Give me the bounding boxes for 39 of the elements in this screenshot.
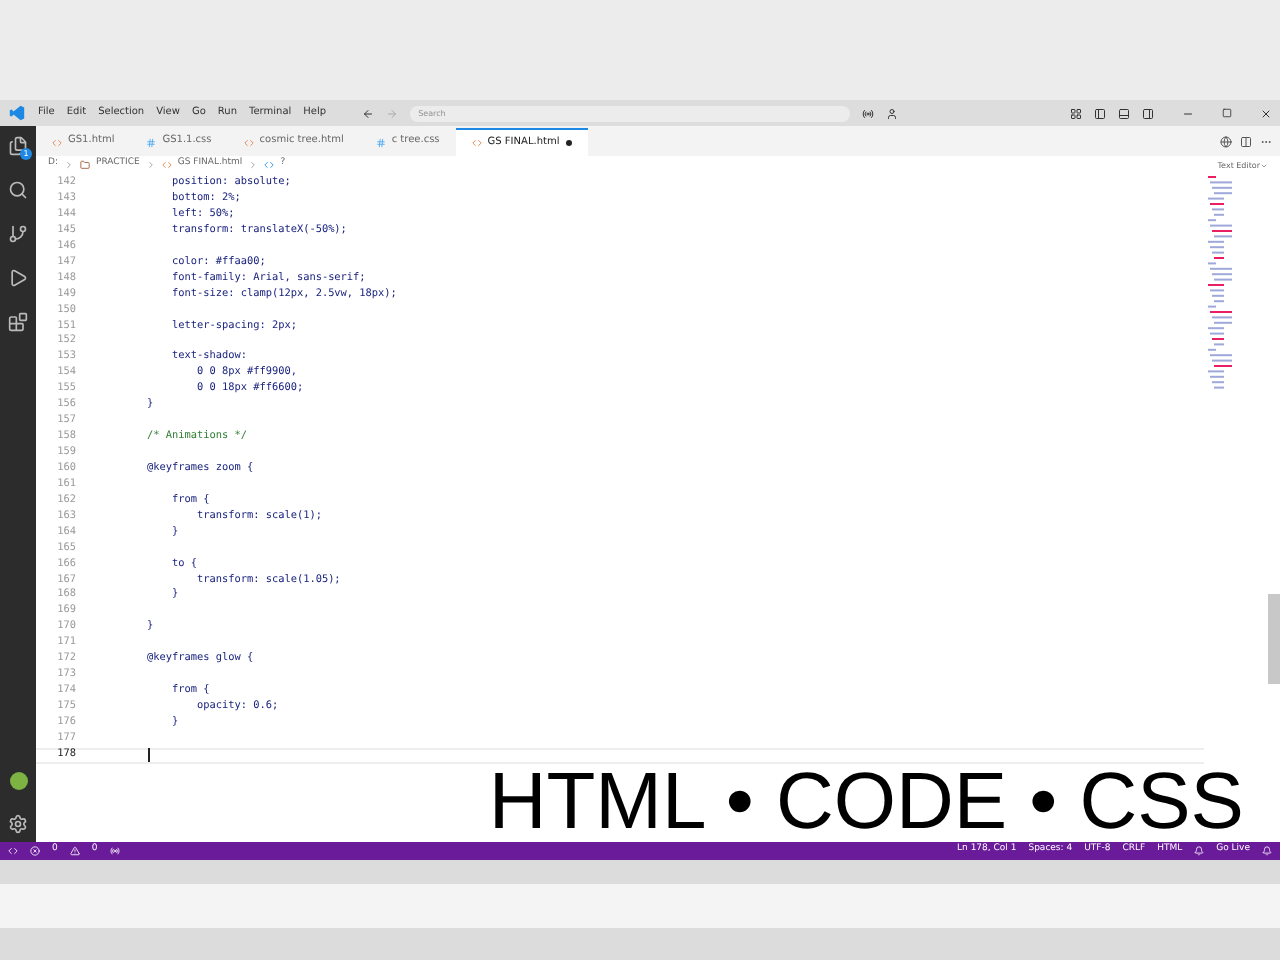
- sidebar-toggle-icon[interactable]: [1094, 107, 1106, 119]
- globe-icon[interactable]: [1220, 136, 1232, 148]
- bell-icon[interactable]: [1194, 846, 1205, 856]
- html-file-icon: [243, 137, 254, 147]
- app-logo-icon: [8, 104, 26, 122]
- run-debug-icon[interactable]: [8, 268, 28, 288]
- error-icon[interactable]: [30, 846, 40, 856]
- maximize-icon[interactable]: [1222, 108, 1232, 118]
- element-icon: [264, 160, 275, 170]
- search-icon[interactable]: [8, 180, 28, 200]
- settings-icon[interactable]: [8, 814, 28, 834]
- extensions-icon[interactable]: [8, 312, 28, 332]
- overlay-caption: HTML • CODE • CSS: [488, 762, 1244, 842]
- css-file-icon: [146, 137, 157, 147]
- html-file-icon: [52, 137, 62, 147]
- text-cursor: [148, 748, 150, 763]
- layout-icon[interactable]: [1070, 107, 1082, 119]
- minimize-icon[interactable]: [1182, 107, 1194, 119]
- remote-icon[interactable]: [8, 846, 18, 856]
- broadcast-icon[interactable]: [109, 846, 120, 856]
- split-editor-icon[interactable]: [1240, 136, 1252, 148]
- chevron-right-icon: [145, 160, 156, 170]
- folder-icon: [79, 160, 90, 170]
- secondary-sidebar-icon[interactable]: [1142, 107, 1154, 119]
- explorer-icon[interactable]: [8, 136, 28, 156]
- chevron-right-icon: [63, 160, 74, 170]
- close-icon[interactable]: [1260, 107, 1272, 119]
- account-avatar[interactable]: [9, 772, 27, 790]
- notifications-icon[interactable]: [1262, 846, 1272, 856]
- panel-toggle-icon[interactable]: [1118, 107, 1130, 119]
- css-file-icon: [375, 137, 386, 147]
- scrollbar-thumb[interactable]: [1268, 594, 1280, 684]
- account-icon[interactable]: [886, 107, 899, 119]
- source-control-icon[interactable]: [8, 224, 28, 244]
- chevron-right-icon: [248, 160, 259, 170]
- html-file-icon: [471, 138, 482, 148]
- html-file-icon: [161, 160, 172, 170]
- back-icon[interactable]: [362, 107, 375, 119]
- warning-icon[interactable]: [69, 846, 80, 856]
